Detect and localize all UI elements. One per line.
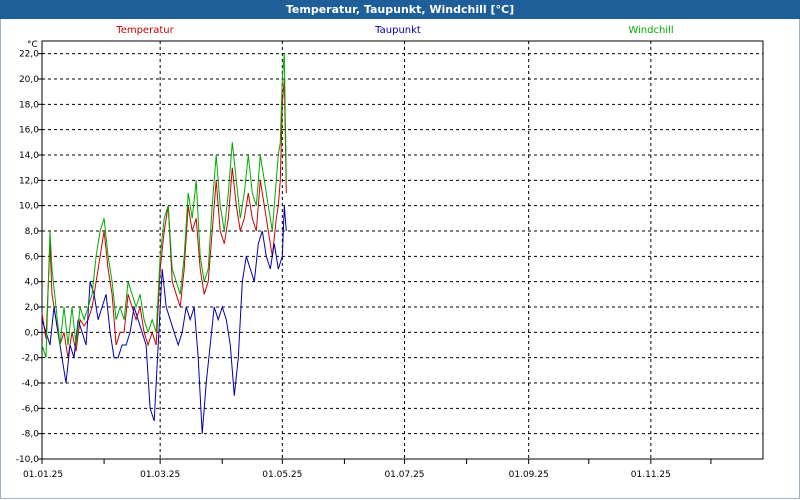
x-tick-label: 01.09.25 bbox=[509, 470, 549, 480]
plot-border bbox=[41, 40, 764, 460]
y-tick-label: 2,0 bbox=[25, 303, 40, 313]
window-title: Temperatur, Taupunkt, Windchill [°C] bbox=[0, 0, 800, 19]
y-tick-label: -2,0 bbox=[21, 354, 39, 364]
series-lines bbox=[41, 53, 287, 434]
y-tick-label: 8,0 bbox=[25, 227, 40, 237]
y-tick-label: 10,0 bbox=[19, 202, 39, 212]
y-tick-label: -8,0 bbox=[21, 430, 39, 440]
y-tick-label: 16,0 bbox=[19, 126, 39, 136]
y-tick-label: 22,0 bbox=[19, 50, 39, 60]
x-tick-label: 01.11.25 bbox=[631, 470, 671, 480]
y-tick-label: 0,0 bbox=[25, 328, 40, 338]
legend-item-windchill: Windchill bbox=[628, 25, 673, 36]
y-tick-label: -6,0 bbox=[21, 404, 39, 414]
y-tick-label: 4,0 bbox=[25, 278, 40, 288]
legend-item-taupunkt: Taupunkt bbox=[374, 25, 421, 36]
y-axis: -10,0 -8,0 -6,0 -4,0 -2,0 0,0 2,0 4,0 6,0 8,0 10,0… bbox=[16, 50, 42, 465]
x-tick-label: 01.01.25 bbox=[23, 470, 63, 480]
y-tick-label: -10,0 bbox=[16, 455, 40, 465]
x-tick-label: 01.03.25 bbox=[140, 470, 180, 480]
y-tick-label: 6,0 bbox=[25, 252, 40, 262]
x-tick-label: 01.05.25 bbox=[262, 470, 302, 480]
y-tick-label: 18,0 bbox=[19, 100, 39, 110]
legend-item-temperatur: Temperatur bbox=[115, 25, 174, 36]
line-chart: -10,0 -8,0 -6,0 -4,0 -2,0 0,0 2,0 4,0 6,0 8,0 10,0… bbox=[16, 25, 764, 480]
y-tick-label: 12,0 bbox=[19, 176, 39, 186]
legend: Temperatur Taupunkt Windchill bbox=[115, 25, 673, 36]
y-tick-label: -4,0 bbox=[21, 379, 39, 389]
y-tick-label: 14,0 bbox=[19, 151, 39, 161]
y-axis-label: °C bbox=[27, 40, 38, 50]
x-tick-label: 01.07.25 bbox=[384, 470, 424, 480]
y-tick-label: 20,0 bbox=[19, 75, 39, 85]
x-axis: 01.01.25 01.03.25 01.05.25 01.07.25 01.09.25… bbox=[23, 459, 712, 480]
grid bbox=[41, 40, 764, 460]
chart-frame: -10,0 -8,0 -6,0 -4,0 -2,0 0,0 2,0 4,0 6,0 8,0 10,0… bbox=[0, 19, 800, 499]
